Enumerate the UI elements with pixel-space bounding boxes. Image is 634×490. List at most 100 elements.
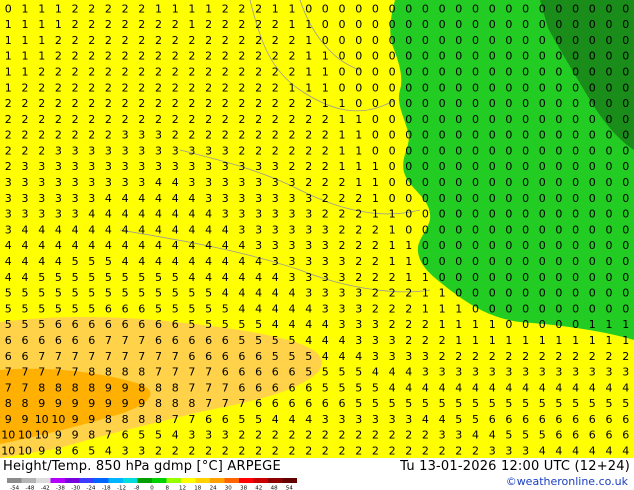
contour-value: 0 bbox=[505, 208, 512, 221]
contour-value: 0 bbox=[572, 97, 579, 110]
contour-value: 0 bbox=[555, 255, 562, 268]
contour-value: 2 bbox=[72, 113, 79, 126]
contour-value: 0 bbox=[472, 129, 479, 142]
contour-value: 2 bbox=[522, 350, 529, 363]
contour-value: 6 bbox=[172, 334, 179, 347]
contour-value: 8 bbox=[105, 413, 112, 426]
contour-value: 0 bbox=[589, 34, 596, 47]
contour-value: 1 bbox=[38, 2, 45, 15]
contour-value: 7 bbox=[172, 413, 179, 426]
contour-value: 7 bbox=[188, 413, 195, 426]
contour-value: 0 bbox=[606, 50, 613, 63]
contour-value: 0 bbox=[539, 255, 546, 268]
contour-value: 2 bbox=[389, 287, 396, 300]
contour-value: 1 bbox=[439, 318, 446, 331]
contour-value: 7 bbox=[122, 350, 129, 363]
contour-value: 0 bbox=[539, 223, 546, 236]
contour-value: 2 bbox=[422, 318, 429, 331]
contour-value: 0 bbox=[439, 66, 446, 79]
contour-value: 0 bbox=[572, 81, 579, 94]
contour-value: 4 bbox=[522, 381, 529, 394]
contour-value: 0 bbox=[405, 113, 412, 126]
contour-value: 10 bbox=[18, 429, 32, 442]
contour-value: 0 bbox=[589, 50, 596, 63]
contour-value: 3 bbox=[305, 271, 312, 284]
contour-value: 0 bbox=[505, 34, 512, 47]
contour-value: 2 bbox=[222, 66, 229, 79]
contour-value: 0 bbox=[322, 18, 329, 31]
contour-value: 5 bbox=[255, 318, 262, 331]
contour-value: 4 bbox=[5, 255, 12, 268]
contour-value: 3 bbox=[439, 429, 446, 442]
contour-value: 1 bbox=[455, 302, 462, 315]
contour-value: 3 bbox=[205, 429, 212, 442]
contour-value: 1 bbox=[172, 2, 179, 15]
contour-value: 3 bbox=[305, 192, 312, 205]
contour-value: 2 bbox=[355, 239, 362, 252]
contour-value: 0 bbox=[489, 192, 496, 205]
contour-value: 2 bbox=[105, 66, 112, 79]
contour-value: 9 bbox=[22, 413, 29, 426]
contour-value: 3 bbox=[138, 160, 145, 173]
contour-value: 4 bbox=[272, 302, 279, 315]
contour-value: 2 bbox=[5, 113, 12, 126]
contour-value: 0 bbox=[606, 255, 613, 268]
contour-value: 0 bbox=[522, 129, 529, 142]
contour-value: 2 bbox=[272, 18, 279, 31]
contour-value: 0 bbox=[555, 302, 562, 315]
contour-value: 4 bbox=[155, 176, 162, 189]
contour-value: 2 bbox=[389, 445, 396, 458]
contour-value: 2 bbox=[188, 50, 195, 63]
contour-value: 0 bbox=[622, 2, 629, 15]
legend-swatch bbox=[239, 478, 254, 483]
contour-value: 3 bbox=[422, 366, 429, 379]
contour-value: 0 bbox=[439, 18, 446, 31]
contour-value: 1 bbox=[339, 97, 346, 110]
contour-value: 3 bbox=[322, 223, 329, 236]
contour-value: 0 bbox=[422, 160, 429, 173]
valid-time: Tu 13-01-2026 12:00 UTC (12+24) bbox=[400, 459, 630, 474]
contour-value: 5 bbox=[88, 302, 95, 315]
contour-value: 4 bbox=[238, 255, 245, 268]
contour-value: 1 bbox=[5, 81, 12, 94]
legend-swatch bbox=[94, 478, 109, 483]
contour-value: 0 bbox=[405, 223, 412, 236]
contour-value: 3 bbox=[222, 429, 229, 442]
contour-value: 7 bbox=[222, 381, 229, 394]
contour-value: 0 bbox=[522, 50, 529, 63]
contour-value: 0 bbox=[555, 97, 562, 110]
contour-value: 4 bbox=[272, 318, 279, 331]
contour-value: 2 bbox=[5, 145, 12, 158]
contour-value: 2 bbox=[55, 97, 62, 110]
contour-value: 6 bbox=[72, 318, 79, 331]
contour-value: 0 bbox=[322, 2, 329, 15]
contour-value: 0 bbox=[539, 318, 546, 331]
contour-value: 0 bbox=[572, 302, 579, 315]
contour-value: 0 bbox=[472, 81, 479, 94]
credit-link[interactable]: ©weatheronline.co.uk bbox=[506, 475, 628, 488]
contour-value: 0 bbox=[455, 208, 462, 221]
legend-tick-label: -8 bbox=[134, 486, 140, 490]
contour-value: 2 bbox=[205, 81, 212, 94]
contour-value: 0 bbox=[572, 192, 579, 205]
contour-value: 6 bbox=[105, 318, 112, 331]
contour-value: 4 bbox=[489, 381, 496, 394]
contour-value: 0 bbox=[539, 34, 546, 47]
contour-value: 2 bbox=[155, 34, 162, 47]
contour-value: 4 bbox=[172, 429, 179, 442]
contour-value: 2 bbox=[172, 66, 179, 79]
contour-value: 3 bbox=[188, 429, 195, 442]
contour-value: 8 bbox=[88, 381, 95, 394]
contour-value: 6 bbox=[289, 397, 296, 410]
legend-swatch bbox=[282, 478, 297, 483]
contour-value: 3 bbox=[322, 271, 329, 284]
contour-value: 0 bbox=[355, 50, 362, 63]
contour-value: 5 bbox=[205, 287, 212, 300]
legend-tick-label: -48 bbox=[25, 486, 34, 490]
contour-value: 2 bbox=[222, 2, 229, 15]
contour-value: 9 bbox=[122, 397, 129, 410]
contour-value: 1 bbox=[505, 334, 512, 347]
contour-value: 2 bbox=[205, 97, 212, 110]
contour-value: 0 bbox=[622, 208, 629, 221]
contour-value: 6 bbox=[188, 350, 195, 363]
